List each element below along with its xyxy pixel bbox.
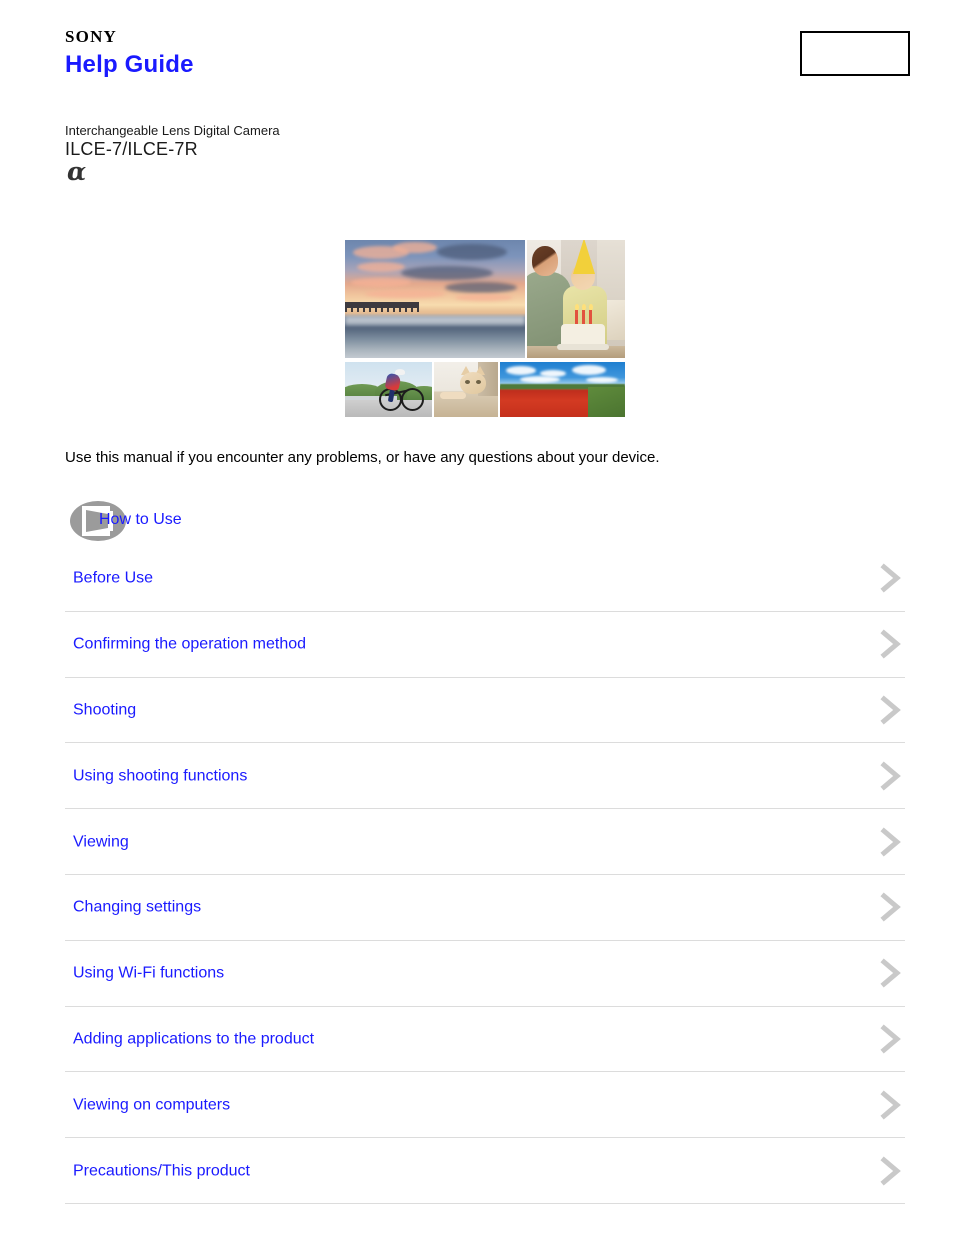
page-title: Help Guide bbox=[65, 51, 194, 78]
poppy-field-photo bbox=[500, 362, 625, 417]
chevron-right-icon[interactable] bbox=[873, 1155, 905, 1187]
category-row[interactable]: Confirming the operation method bbox=[65, 612, 905, 678]
party-hat-shape bbox=[573, 240, 595, 274]
how-to-use-heading[interactable]: How to Use bbox=[65, 498, 465, 546]
category-link[interactable]: Confirming the operation method bbox=[73, 635, 306, 654]
sony-logo: SONY bbox=[65, 27, 118, 46]
category-link[interactable]: Precautions/This product bbox=[73, 1161, 250, 1180]
chevron-right-icon[interactable] bbox=[873, 694, 905, 726]
category-link[interactable]: Before Use bbox=[73, 569, 153, 588]
category-row[interactable]: Viewing bbox=[65, 809, 905, 875]
category-row[interactable]: Using shooting functions bbox=[65, 743, 905, 810]
category-list: Before Use Confirming the operation metho… bbox=[65, 546, 905, 1204]
category-link[interactable]: Using shooting functions bbox=[73, 766, 247, 785]
category-link[interactable]: Using Wi-Fi functions bbox=[73, 964, 224, 983]
intro-text: Use this manual if you encounter any pro… bbox=[65, 449, 660, 466]
category-row[interactable]: Using Wi-Fi functions bbox=[65, 941, 905, 1007]
chevron-right-icon[interactable] bbox=[873, 1089, 905, 1121]
chevron-right-icon[interactable] bbox=[873, 1023, 905, 1055]
category-link[interactable]: Viewing bbox=[73, 832, 129, 851]
category-link[interactable]: Changing settings bbox=[73, 898, 201, 917]
category-row[interactable]: Changing settings bbox=[65, 875, 905, 941]
cyclist-photo bbox=[345, 362, 432, 417]
chevron-right-icon[interactable] bbox=[873, 957, 905, 989]
product-category-label: Interchangeable Lens Digital Camera bbox=[65, 123, 280, 138]
chevron-right-icon[interactable] bbox=[873, 628, 905, 660]
category-row[interactable]: Adding applications to the product bbox=[65, 1007, 905, 1073]
alpha-logo-icon: α bbox=[67, 157, 87, 186]
category-link[interactable]: Shooting bbox=[73, 700, 136, 719]
chevron-right-icon[interactable] bbox=[873, 760, 905, 792]
category-row[interactable]: Before Use bbox=[65, 546, 905, 612]
chevron-right-icon[interactable] bbox=[873, 826, 905, 858]
category-row[interactable]: Precautions/This product bbox=[65, 1138, 905, 1204]
category-row[interactable]: Viewing on computers bbox=[65, 1072, 905, 1139]
chevron-right-icon[interactable] bbox=[873, 891, 905, 923]
chevron-right-icon[interactable] bbox=[873, 562, 905, 594]
header-placeholder-box[interactable] bbox=[800, 31, 910, 76]
category-row[interactable]: Shooting bbox=[65, 678, 905, 744]
page-header: SONY Help Guide bbox=[0, 0, 954, 110]
how-to-use-link[interactable]: How to Use bbox=[99, 510, 182, 529]
birthday-party-photo bbox=[527, 240, 625, 358]
category-link[interactable]: Viewing on computers bbox=[73, 1095, 230, 1114]
photo-collage bbox=[345, 240, 625, 417]
cat-photo bbox=[434, 362, 498, 417]
sunset-beach-photo bbox=[345, 240, 525, 358]
category-link[interactable]: Adding applications to the product bbox=[73, 1029, 314, 1048]
